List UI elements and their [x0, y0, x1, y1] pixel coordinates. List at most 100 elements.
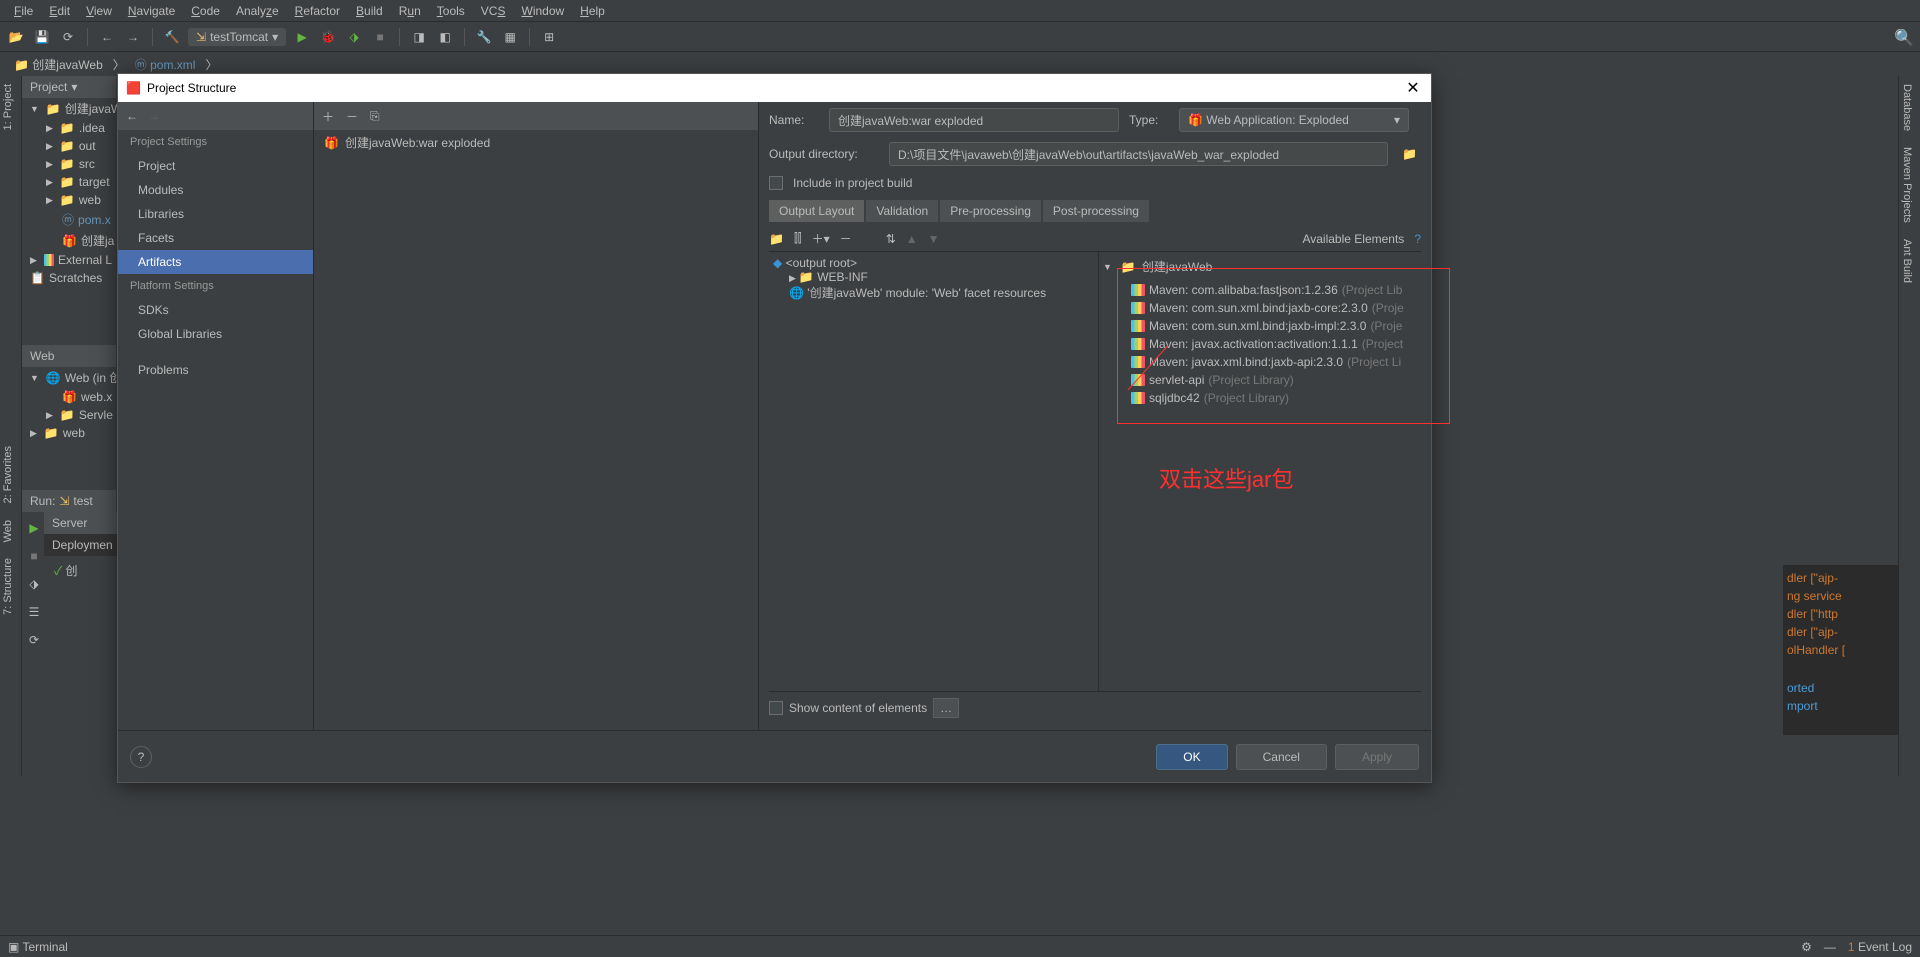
forward-icon[interactable]: →	[123, 27, 143, 47]
tool2-icon[interactable]: ◧	[435, 27, 455, 47]
new-folder-icon[interactable]: 📁	[769, 232, 784, 246]
tree-external[interactable]: External L	[22, 251, 116, 269]
back-icon[interactable]: ←	[126, 109, 138, 123]
menu-refactor[interactable]: Refactor	[287, 4, 348, 18]
tree-item[interactable]: 📁 web	[22, 191, 116, 209]
tree-item[interactable]: ⓜ pom.x	[22, 209, 116, 230]
artifact-item[interactable]: 🎁 创建javaWeb:war exploded	[314, 130, 758, 155]
tab-deployment[interactable]: Deploymen	[44, 534, 121, 556]
tab-postprocessing[interactable]: Post-processing	[1043, 200, 1149, 222]
terminal-tab[interactable]: ▣ Terminal	[8, 940, 68, 954]
run-config-selector[interactable]: ⇲ testTomcat ▾	[188, 28, 286, 46]
refresh-icon[interactable]: ⟳	[58, 27, 78, 47]
sidebar-item-artifacts[interactable]: Artifacts	[118, 250, 313, 274]
new-archive-icon[interactable]: ⫿⫿	[794, 231, 802, 246]
library-item[interactable]: Maven: com.alibaba:fastjson:1.2.36 (Proj…	[1103, 281, 1417, 299]
menu-help[interactable]: Help	[572, 4, 613, 18]
project-panel-header[interactable]: Project ▾	[22, 76, 116, 98]
menu-code[interactable]: Code	[183, 4, 228, 18]
menu-window[interactable]: Window	[513, 4, 572, 18]
wrench-icon[interactable]: 🔧	[474, 27, 494, 47]
sidebar-item-problems[interactable]: Problems	[118, 358, 313, 382]
up-icon[interactable]: ▲	[906, 232, 918, 246]
close-icon[interactable]: ✕	[1403, 78, 1423, 98]
sidebar-item-sdks[interactable]: SDKs	[118, 298, 313, 322]
library-item[interactable]: Maven: javax.xml.bind:jaxb-api:2.3.0 (Pr…	[1103, 353, 1417, 371]
menu-edit[interactable]: Edit	[41, 4, 78, 18]
webinf-folder[interactable]: 📁 WEB-INF	[773, 270, 1094, 284]
tab-structure[interactable]: 7: Structure	[0, 550, 16, 623]
down-icon[interactable]: ▼	[928, 232, 940, 246]
menu-navigate[interactable]: Navigate	[120, 4, 183, 18]
tree-item[interactable]: 📁 Servle	[22, 406, 116, 424]
run-panel-header[interactable]: Run: ⇲ test	[22, 490, 116, 512]
apply-button[interactable]: Apply	[1335, 744, 1419, 770]
tab-web[interactable]: Web	[0, 512, 16, 550]
stop-icon[interactable]: ■	[24, 546, 44, 566]
sidebar-item-project[interactable]: Project	[118, 154, 313, 178]
tree-item[interactable]: 🎁 创建ja	[22, 230, 116, 251]
show-content-checkbox[interactable]	[769, 701, 783, 715]
sidebar-item-libraries[interactable]: Libraries	[118, 202, 313, 226]
event-log[interactable]: 1 Event Log	[1848, 940, 1912, 954]
menu-build[interactable]: Build	[348, 4, 391, 18]
tree-item[interactable]: 📁 target	[22, 173, 116, 191]
tree-web-root[interactable]: 🌐 Web (in 创	[22, 367, 116, 388]
menu-analyze[interactable]: Analyze	[228, 4, 287, 18]
sort-icon[interactable]: ⇅	[886, 232, 896, 246]
web-panel-header[interactable]: Web	[22, 345, 116, 367]
remove-icon[interactable]: －	[346, 108, 358, 125]
menu-vcs[interactable]: VCS	[473, 4, 514, 18]
tree-item[interactable]: 🎁 web.x	[22, 388, 116, 406]
browse-icon[interactable]: 📁	[1398, 147, 1421, 161]
rerun-icon[interactable]: ▶	[24, 518, 44, 538]
crumb-file[interactable]: ⓜ pom.xml	[129, 54, 202, 75]
library-item[interactable]: Maven: com.sun.xml.bind:jaxb-impl:2.3.0 …	[1103, 317, 1417, 335]
settings-icon[interactable]: ⚙	[1801, 940, 1812, 954]
output-dir-input[interactable]	[889, 142, 1388, 166]
debug-icon[interactable]: 🐞	[318, 27, 338, 47]
menu-tools[interactable]: Tools	[429, 4, 473, 18]
facet-resource[interactable]: 🌐 '创建javaWeb' module: 'Web' facet resour…	[773, 284, 1094, 301]
minimize-icon[interactable]: —	[1824, 940, 1836, 954]
tab-ant[interactable]: Ant Build	[1899, 231, 1915, 291]
sidebar-item-global-libs[interactable]: Global Libraries	[118, 322, 313, 346]
name-input[interactable]	[829, 108, 1119, 132]
more-icon[interactable]: ⊞	[539, 27, 559, 47]
library-item[interactable]: Maven: javax.activation:activation:1.1.1…	[1103, 335, 1417, 353]
tab-preprocessing[interactable]: Pre-processing	[940, 200, 1041, 222]
tree-scratches[interactable]: 📋 Scratches	[22, 269, 116, 287]
help-button[interactable]: ?	[130, 746, 152, 768]
menu-view[interactable]: View	[78, 4, 120, 18]
menu-run[interactable]: Run	[391, 4, 429, 18]
forward-icon[interactable]: →	[148, 109, 160, 123]
menu-file[interactable]: File	[6, 4, 41, 18]
tab-validation[interactable]: Validation	[866, 200, 938, 222]
coverage-icon[interactable]: ⬗	[344, 27, 364, 47]
sidebar-item-modules[interactable]: Modules	[118, 178, 313, 202]
output-root[interactable]: ◆ <output root>	[773, 256, 1094, 270]
stop-icon[interactable]: ■	[370, 27, 390, 47]
tree-item[interactable]: 📁 out	[22, 137, 116, 155]
open-icon[interactable]: 📂	[6, 27, 26, 47]
help-icon[interactable]: ?	[1414, 232, 1421, 246]
crumb-project[interactable]: 📁 创建javaWeb	[8, 54, 109, 75]
ok-button[interactable]: OK	[1156, 744, 1227, 770]
tab-database[interactable]: Database	[1899, 76, 1915, 139]
run-icon[interactable]: ▶	[292, 27, 312, 47]
add-icon[interactable]: ＋	[322, 108, 334, 125]
copy-icon[interactable]: ⎘	[370, 109, 380, 124]
build-icon[interactable]: 🔨	[162, 27, 182, 47]
library-item[interactable]: servlet-api (Project Library)	[1103, 371, 1417, 389]
tab-server[interactable]: Server	[44, 512, 95, 534]
include-checkbox[interactable]	[769, 176, 783, 190]
tool-icon[interactable]: ☰	[24, 602, 44, 622]
tool-icon[interactable]: ⬗	[24, 574, 44, 594]
ae-root[interactable]: 📁 创建javaWeb	[1103, 256, 1417, 277]
tree-item[interactable]: 📁 src	[22, 155, 116, 173]
library-item[interactable]: sqljdbc42 (Project Library)	[1103, 389, 1417, 407]
ellipsis-button[interactable]: …	[933, 698, 959, 718]
cancel-button[interactable]: Cancel	[1236, 744, 1327, 770]
type-select[interactable]: 🎁 Web Application: Exploded ▾	[1179, 108, 1409, 132]
add-copy-icon[interactable]: ＋▾	[812, 230, 830, 247]
